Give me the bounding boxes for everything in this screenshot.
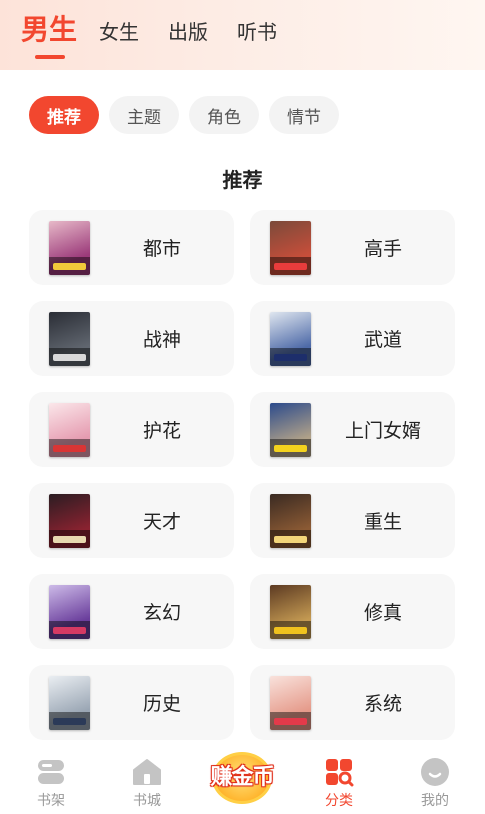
nav-label-bookstore: 书城 <box>133 793 161 809</box>
chip-theme[interactable]: 主题 <box>109 96 179 134</box>
tab-publish[interactable]: 出版 <box>168 18 208 46</box>
earn-coins-button[interactable]: 赚金币 <box>202 752 282 804</box>
category-card[interactable]: 护花 <box>29 392 234 467</box>
nav-label-bookshelf: 书架 <box>37 793 65 809</box>
category-label: 上门女婿 <box>344 420 421 442</box>
book-cover-image <box>270 403 311 457</box>
nav-bookshelf[interactable]: 书架 <box>11 748 91 814</box>
category-card[interactable]: 高手 <box>250 210 455 285</box>
category-label: 战神 <box>142 329 181 351</box>
chip-role[interactable]: 角色 <box>189 96 259 134</box>
gender-tab-bar: 男生 女生 出版 听书 <box>0 0 485 70</box>
category-card[interactable]: 天才 <box>29 483 234 558</box>
book-cover-image <box>270 676 311 730</box>
category-icon <box>326 759 354 787</box>
category-label: 护花 <box>142 420 181 442</box>
chip-recommend[interactable]: 推荐 <box>29 96 99 134</box>
active-tab-indicator <box>35 55 65 59</box>
section-title: 推荐 <box>222 168 263 192</box>
category-card[interactable]: 历史 <box>29 665 234 740</box>
book-cover-image <box>49 312 90 366</box>
category-card[interactable]: 修真 <box>250 574 455 649</box>
category-label: 修真 <box>363 602 402 624</box>
category-card[interactable]: 武道 <box>250 301 455 376</box>
bookshelf-icon <box>38 760 64 784</box>
book-cover-image <box>270 585 311 639</box>
category-label: 天才 <box>142 511 181 533</box>
chip-plot[interactable]: 情节 <box>269 96 339 134</box>
category-label: 玄幻 <box>142 602 181 624</box>
category-label: 历史 <box>142 693 181 715</box>
book-cover-image <box>270 494 311 548</box>
tab-male[interactable]: 男生 <box>21 12 77 48</box>
category-label: 系统 <box>363 693 402 715</box>
category-grid: 都市 高手战神 武道护花 上门女婿天才 重生玄幻 修真历史 系统 <box>29 210 455 740</box>
book-cover-image <box>49 221 90 275</box>
category-card[interactable]: 上门女婿 <box>250 392 455 467</box>
nav-bookstore[interactable]: 书城 <box>107 748 187 814</box>
nav-label-category: 分类 <box>325 793 353 809</box>
profile-icon <box>421 758 449 786</box>
category-card[interactable]: 系统 <box>250 665 455 740</box>
tab-audiobook[interactable]: 听书 <box>237 18 277 46</box>
book-cover-image <box>49 676 90 730</box>
category-card[interactable]: 玄幻 <box>29 574 234 649</box>
category-label: 武道 <box>363 329 402 351</box>
book-cover-image <box>49 585 90 639</box>
tab-female[interactable]: 女生 <box>99 18 139 46</box>
bookstore-home-icon <box>133 759 161 785</box>
book-cover-image <box>270 312 311 366</box>
category-card[interactable]: 重生 <box>250 483 455 558</box>
book-cover-image <box>49 403 90 457</box>
book-cover-image <box>270 221 311 275</box>
nav-category[interactable]: 分类 <box>299 748 379 814</box>
category-label: 都市 <box>142 238 181 260</box>
earn-coins-label: 赚金币 <box>210 765 274 790</box>
book-cover-image <box>49 494 90 548</box>
category-card[interactable]: 都市 <box>29 210 234 285</box>
category-label: 高手 <box>363 238 402 260</box>
category-card[interactable]: 战神 <box>29 301 234 376</box>
nav-profile[interactable]: 我的 <box>395 748 475 814</box>
nav-label-profile: 我的 <box>421 793 449 809</box>
category-label: 重生 <box>363 511 402 533</box>
